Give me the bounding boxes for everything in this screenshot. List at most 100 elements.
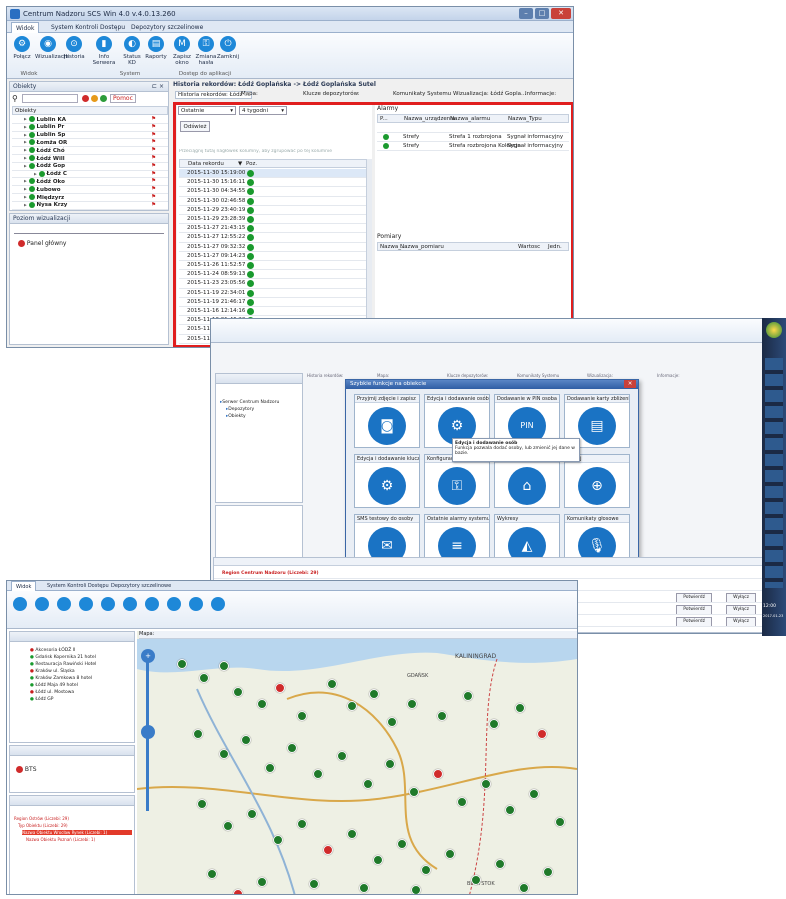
tree-expand-icon[interactable]: ▸ bbox=[24, 140, 29, 146]
confirm-button[interactable]: Potwierdź bbox=[676, 605, 712, 614]
doc-tab-2[interactable]: Historia rekordów: bbox=[307, 373, 343, 378]
map-object-marker[interactable] bbox=[445, 849, 455, 859]
tree-item-2[interactable]: ▸Depozytory bbox=[226, 407, 254, 412]
object-row[interactable]: ▸ Łódź Will ⚑ bbox=[12, 155, 168, 163]
object-row[interactable]: ▸ Łubowo ⚑ bbox=[12, 186, 168, 194]
server-button[interactable]: ▮ Info Serwera bbox=[91, 36, 117, 66]
alarm-tree-row[interactable]: Nazwa Obiektu Poznań (Liczebi: 1) bbox=[26, 837, 132, 842]
record-row[interactable]: 2015-11-27 09:32:32 bbox=[179, 243, 369, 252]
dialog-close-button[interactable]: ✕ bbox=[624, 380, 636, 388]
map-object-marker[interactable] bbox=[257, 877, 267, 887]
objects-column-header[interactable]: Obiekty bbox=[12, 106, 168, 115]
alarm-row[interactable]: Strefy Strefa 1 rozbrojona Sygnał informac… bbox=[377, 133, 569, 142]
map-object-marker[interactable] bbox=[387, 717, 397, 727]
record-row[interactable]: 2015-11-27 12:55:22 bbox=[179, 233, 369, 243]
confirm-button[interactable]: Potwierdź bbox=[676, 593, 712, 602]
map-object-marker[interactable] bbox=[207, 869, 217, 879]
alarm-group-row[interactable]: Region Centrum Nadzoru (Liczebi: 29) bbox=[214, 568, 768, 579]
period-mode-select[interactable]: Ostatnie ▾ bbox=[178, 106, 236, 115]
panel-item[interactable]: Panel główny bbox=[18, 240, 66, 247]
tree-expand-icon[interactable]: ▸ bbox=[24, 179, 29, 185]
map-object-marker[interactable] bbox=[373, 855, 383, 865]
col-pos-header[interactable]: Poz. bbox=[246, 160, 257, 168]
bts-item[interactable]: BTS bbox=[16, 766, 37, 773]
map-object-marker[interactable] bbox=[543, 867, 553, 877]
report-button[interactable]: ▤ Raporty bbox=[143, 36, 169, 60]
map-object-marker[interactable] bbox=[313, 769, 323, 779]
doc-tab-2[interactable]: Klucze depozytorów: bbox=[447, 373, 488, 378]
map-object-marker[interactable] bbox=[437, 711, 447, 721]
doc-tab-2[interactable]: Wizualizacja: bbox=[587, 373, 613, 378]
map-object-marker[interactable] bbox=[347, 701, 357, 711]
ribbon-icon[interactable] bbox=[167, 597, 181, 611]
doc-tab-2[interactable]: Komunikaty Systemu bbox=[517, 373, 559, 378]
object-row[interactable]: ▸ Łódź Chó ⚑ bbox=[12, 147, 168, 155]
alarm-col-header[interactable]: P... bbox=[380, 115, 388, 123]
close-button[interactable]: ✕ bbox=[551, 8, 571, 19]
tree-expand-icon[interactable]: ▸ bbox=[24, 117, 29, 123]
map-object-marker[interactable] bbox=[233, 889, 243, 894]
ribbon-icon[interactable] bbox=[57, 597, 71, 611]
map-object-marker[interactable] bbox=[193, 729, 203, 739]
ribbon-icon[interactable] bbox=[35, 597, 49, 611]
map-object-marker[interactable] bbox=[409, 787, 419, 797]
record-row[interactable]: 2015-11-24 08:59:13 bbox=[179, 270, 369, 280]
map-object-marker[interactable] bbox=[537, 729, 547, 739]
map-object-marker[interactable] bbox=[273, 835, 283, 845]
map-object-marker[interactable] bbox=[515, 703, 525, 713]
map-object-marker[interactable] bbox=[411, 885, 421, 894]
record-row[interactable]: 2015-11-30 02:46:58 bbox=[179, 197, 369, 206]
tile-house-plus[interactable]: Dodaj⊕ bbox=[564, 454, 630, 508]
map-object-marker[interactable] bbox=[275, 683, 285, 693]
map-object-marker[interactable] bbox=[219, 749, 229, 759]
status-orange-button[interactable] bbox=[91, 95, 98, 102]
map-object-marker[interactable] bbox=[407, 699, 417, 709]
map-object-marker[interactable] bbox=[287, 743, 297, 753]
record-row[interactable]: 2015-11-19 21:46:17 bbox=[179, 298, 369, 307]
tab-depositories-3[interactable]: Depozytory szczelinowe bbox=[107, 581, 175, 591]
tree-expand-icon[interactable]: ▸ bbox=[24, 202, 29, 208]
map-object-marker[interactable] bbox=[369, 689, 379, 699]
tab-depositories[interactable]: Depozytory szczelinowe bbox=[127, 22, 207, 33]
map-object-marker[interactable] bbox=[519, 883, 529, 893]
map-object-marker[interactable] bbox=[397, 839, 407, 849]
alarm-tree-row[interactable]: Typ Obiektu (Liczebi: 29) bbox=[18, 823, 132, 828]
measurement-col-header[interactable]: Wartosc bbox=[518, 243, 540, 251]
doc-tab-2[interactable]: Mapa: bbox=[377, 373, 389, 378]
tree-expand-icon[interactable]: ▸ bbox=[24, 132, 29, 138]
alarm-col-header[interactable]: Nazwa_Typu bbox=[508, 115, 542, 123]
ribbon-icon[interactable] bbox=[189, 597, 203, 611]
ribbon-icon[interactable] bbox=[79, 597, 93, 611]
zoom-in-icon[interactable]: + bbox=[141, 649, 155, 663]
alarm-filter-row[interactable] bbox=[377, 124, 569, 133]
object-row[interactable]: ▸ Międzyrz ⚑ bbox=[12, 194, 168, 202]
history-button[interactable]: ⊙ Historia bbox=[61, 36, 87, 60]
map-object-marker[interactable] bbox=[363, 779, 373, 789]
tab-widok[interactable]: Widok bbox=[11, 22, 40, 33]
map-object-marker[interactable] bbox=[247, 809, 257, 819]
ribbon-icon[interactable] bbox=[123, 597, 137, 611]
map-object-marker[interactable] bbox=[309, 879, 319, 889]
map-object-marker[interactable] bbox=[457, 797, 467, 807]
map-object-marker[interactable] bbox=[257, 699, 267, 709]
map-object-marker[interactable] bbox=[241, 735, 251, 745]
record-row[interactable]: 2015-11-26 11:52:57 bbox=[179, 261, 369, 271]
status-green-button[interactable] bbox=[100, 95, 107, 102]
tree-expand-icon[interactable]: ▸ bbox=[24, 163, 29, 169]
map-object-marker[interactable] bbox=[177, 659, 187, 669]
period-value-select[interactable]: 4 tygodni ▾ bbox=[239, 106, 287, 115]
map-object-marker[interactable] bbox=[433, 769, 443, 779]
record-row[interactable]: 2015-11-29 23:40:19 bbox=[179, 206, 369, 215]
map-object-marker[interactable] bbox=[337, 751, 347, 761]
tree-item-3[interactable]: ● Łódź ul. Mostowa bbox=[30, 690, 74, 695]
map-object-marker[interactable] bbox=[529, 789, 539, 799]
map-object-marker[interactable] bbox=[297, 711, 307, 721]
map-object-marker[interactable] bbox=[347, 829, 357, 839]
tree-item-3[interactable]: ● Łódź Maja 49 hotel bbox=[30, 683, 78, 688]
map-object-marker[interactable] bbox=[385, 759, 395, 769]
tree-item-3[interactable]: ● Akcesoria ŁÓDŹ II bbox=[30, 648, 75, 653]
record-row[interactable]: 2015-11-27 09:14:23 bbox=[179, 252, 369, 261]
record-row[interactable]: 2015-11-30 15:16:11 bbox=[179, 178, 369, 188]
ribbon-icon[interactable] bbox=[211, 597, 225, 611]
status-red-button[interactable] bbox=[82, 95, 89, 102]
